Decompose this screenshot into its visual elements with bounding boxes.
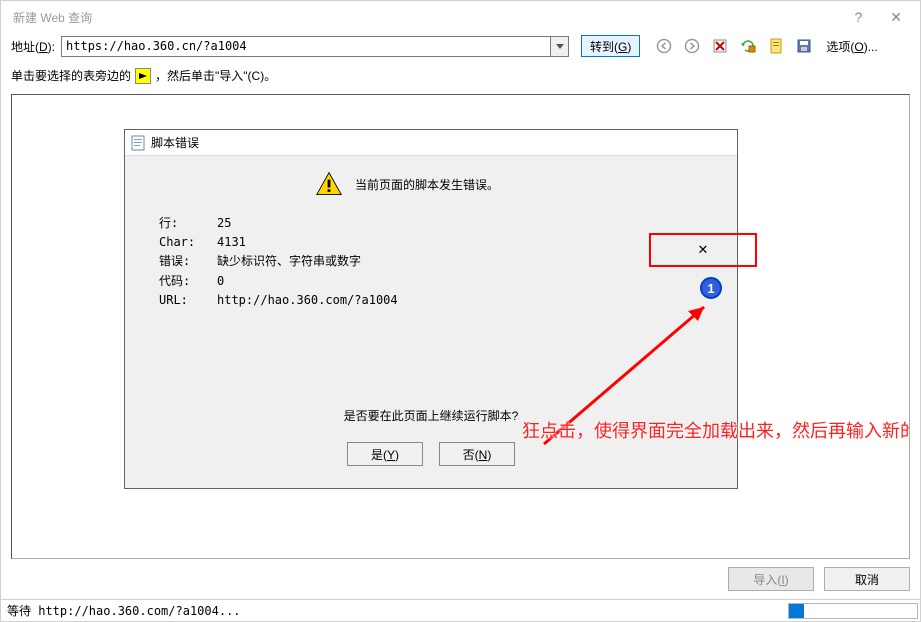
forward-icon[interactable]: [684, 38, 700, 54]
address-input-wrap: [61, 36, 569, 57]
line-label: 行:: [159, 214, 217, 233]
script-error-dialog: 脚本错误 当前页面的脚本发生错误。 行:25 Char:4131 错误:缺少标识…: [124, 129, 738, 489]
save-icon[interactable]: [796, 38, 812, 54]
address-dropdown[interactable]: [550, 37, 568, 56]
dialog-question: 是否要在此页面上继续运行脚本?: [145, 407, 717, 424]
instruction-suffix: ，然后单击"导入"(C)。: [155, 67, 276, 84]
warning-icon: [315, 170, 343, 198]
status-text: 等待 http://hao.360.com/?a1004...: [7, 602, 788, 619]
options-button[interactable]: 选项(O)...: [826, 38, 877, 55]
dialog-header: 当前页面的脚本发生错误。: [315, 170, 717, 198]
web-query-window: 新建 Web 查询 ? ✕ 地址(D): 转到(G): [0, 0, 921, 622]
error-label: 错误:: [159, 252, 217, 271]
help-button[interactable]: ?: [854, 9, 862, 25]
line-value: 25: [217, 214, 231, 233]
refresh-icon[interactable]: [740, 38, 756, 54]
dialog-title-text: 脚本错误: [151, 134, 199, 151]
code-label: 代码:: [159, 272, 217, 291]
document-icon: [131, 135, 145, 151]
import-button: 导入(I): [728, 567, 814, 591]
go-button[interactable]: 转到(G): [581, 35, 640, 57]
titlebar-controls: ? ✕: [854, 9, 918, 26]
dialog-body: 当前页面的脚本发生错误。 行:25 Char:4131 错误:缺少标识符、字符串…: [125, 156, 737, 488]
address-input[interactable]: [62, 37, 550, 56]
error-value: 缺少标识符、字符串或数字: [217, 252, 361, 271]
stop-icon[interactable]: [712, 38, 728, 54]
char-value: 4131: [217, 233, 246, 252]
content-frame: 脚本错误 当前页面的脚本发生错误。 行:25 Char:4131 错误:缺少标识…: [11, 94, 910, 559]
address-bar: 地址(D): 转到(G): [1, 33, 920, 61]
instruction-row: 单击要选择的表旁边的 ，然后单击"导入"(C)。: [1, 61, 920, 94]
char-label: Char:: [159, 233, 217, 252]
address-label: 地址(D):: [11, 38, 55, 55]
back-icon[interactable]: [656, 38, 672, 54]
titlebar: 新建 Web 查询 ? ✕: [1, 1, 920, 33]
close-button[interactable]: ✕: [890, 9, 902, 26]
select-arrow-icon: [135, 68, 151, 84]
dialog-titlebar: 脚本错误: [125, 130, 737, 156]
code-value: 0: [217, 272, 224, 291]
chevron-down-icon: [556, 44, 564, 49]
cancel-button[interactable]: 取消: [824, 567, 910, 591]
url-value: http://hao.360.com/?a1004: [217, 291, 398, 310]
no-button[interactable]: 否(N): [439, 442, 515, 466]
progress-bar: [788, 603, 918, 619]
bottom-button-row: 导入(I) 取消: [1, 565, 920, 599]
dialog-message: 当前页面的脚本发生错误。: [355, 176, 499, 193]
progress-fill: [789, 604, 804, 618]
yes-button[interactable]: 是(Y): [347, 442, 423, 466]
instruction-prefix: 单击要选择的表旁边的: [11, 67, 131, 84]
window-title: 新建 Web 查询: [13, 9, 92, 26]
url-label: URL:: [159, 291, 217, 310]
toolbar-icons: [656, 38, 812, 54]
hide-icon[interactable]: [768, 38, 784, 54]
dialog-buttons: 是(Y) 否(N): [145, 442, 717, 466]
error-details: 行:25 Char:4131 错误:缺少标识符、字符串或数字 代码:0 URL:…: [159, 214, 717, 310]
statusbar: 等待 http://hao.360.com/?a1004...: [1, 599, 920, 621]
